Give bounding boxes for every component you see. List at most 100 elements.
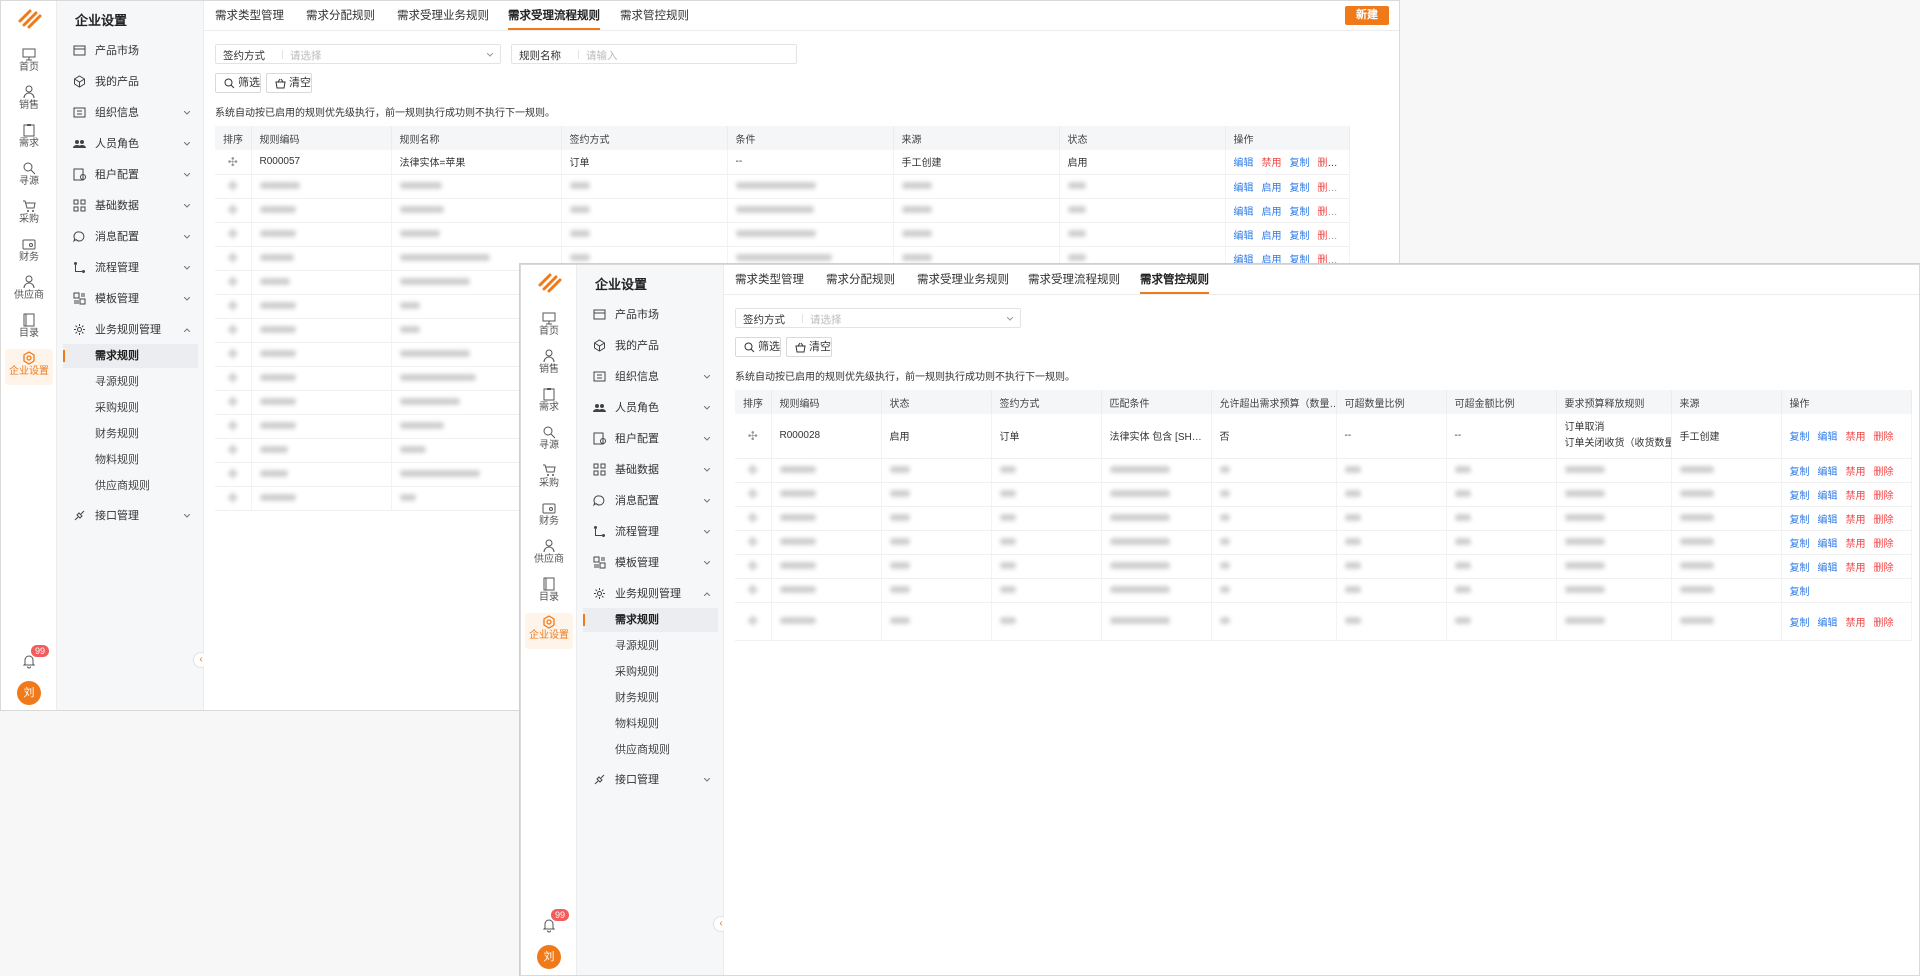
drag-handle-icon[interactable]: ✣ [215,294,252,319]
copy-link[interactable]: 复制 [1290,231,1310,242]
delete-link[interactable]: 删除 [1318,207,1338,218]
disable-link[interactable]: 禁用 [1262,158,1282,169]
enable-link[interactable]: 启用 [1262,207,1282,218]
menu-item-message[interactable]: 消息配置 [583,488,718,514]
submenu-finance-rules[interactable]: 财务规则 [63,422,198,446]
drag-handle-icon[interactable]: ✣ [215,414,252,439]
nav-finance[interactable]: 财务 [525,499,573,535]
copy-link[interactable]: 复制 [1790,563,1810,574]
disable-link[interactable]: 禁用 [1846,432,1866,443]
copy-link[interactable]: 复制 [1290,207,1310,218]
tab-demand-type[interactable]: 需求类型管理 [215,1,284,31]
nav-demand[interactable]: 需求 [525,385,573,421]
nav-enterprise-settings[interactable]: 企业设置 [525,613,573,649]
menu-item-flow[interactable]: 流程管理 [583,519,718,545]
copy-link[interactable]: 复制 [1790,539,1810,550]
nav-home[interactable]: 首页 [5,45,53,81]
menu-item-flow[interactable]: 流程管理 [63,255,198,281]
disable-link[interactable]: 禁用 [1846,467,1866,478]
delete-link[interactable]: 删除 [1874,467,1894,478]
delete-link[interactable]: 删除 [1318,158,1338,169]
delete-link[interactable]: 删除 [1318,183,1338,194]
filter-button[interactable]: 筛选 [215,73,261,93]
menu-item-product-market[interactable]: 产品市场 [583,302,718,328]
copy-link[interactable]: 复制 [1790,467,1810,478]
tab-acceptance-flow[interactable]: 需求受理流程规则 [508,1,600,31]
drag-handle-icon[interactable]: ✣ [215,366,252,391]
new-button[interactable]: 新建 [1345,6,1389,25]
delete-link[interactable]: 删除 [1874,618,1894,629]
nav-source[interactable]: 寻源 [5,159,53,195]
enable-link[interactable]: 启用 [1262,231,1282,242]
drag-handle-icon[interactable]: ✣ [215,342,252,367]
nav-sales[interactable]: 销售 [5,83,53,119]
edit-link[interactable]: 编辑 [1818,491,1838,502]
tab-demand-type[interactable]: 需求类型管理 [735,265,804,295]
drag-handle-icon[interactable]: ✣ [735,458,772,483]
submenu-demand-rules[interactable]: 需求规则 [63,344,198,368]
drag-handle-icon[interactable]: ✣ [215,390,252,415]
disable-link[interactable]: 禁用 [1846,563,1866,574]
submenu-purchase-rules[interactable]: 采购规则 [63,396,198,420]
disable-link[interactable]: 禁用 [1846,515,1866,526]
filter-button[interactable]: 筛选 [735,337,781,357]
submenu-material-rules[interactable]: 物料规则 [63,448,198,472]
drag-handle-icon[interactable]: ✣ [215,462,252,487]
nav-purchase[interactable]: 采购 [525,461,573,497]
copy-link[interactable]: 复制 [1790,432,1810,443]
nav-source[interactable]: 寻源 [525,423,573,459]
nav-purchase[interactable]: 采购 [5,197,53,233]
tab-demand-allocation[interactable]: 需求分配规则 [306,1,375,31]
submenu-source-rules[interactable]: 寻源规则 [63,370,198,394]
drag-handle-icon[interactable]: ✣ [215,318,252,343]
sign-method-select[interactable]: 签约方式 请选择 [735,308,1021,328]
menu-item-tenant[interactable]: 租户配置 [63,162,198,188]
edit-link[interactable]: 编辑 [1818,467,1838,478]
drag-handle-icon[interactable]: ✣ [215,438,252,463]
submenu-demand-rules[interactable]: 需求规则 [583,608,718,632]
nav-demand[interactable]: 需求 [5,121,53,157]
menu-item-roles[interactable]: 人员角色 [63,131,198,157]
submenu-purchase-rules[interactable]: 采购规则 [583,660,718,684]
edit-link[interactable]: 编辑 [1818,618,1838,629]
tab-demand-control[interactable]: 需求管控规则 [1140,265,1209,295]
clear-button[interactable]: 清空 [266,73,312,93]
drag-handle-icon[interactable]: ✣ [735,578,772,603]
menu-item-tenant[interactable]: 租户配置 [583,426,718,452]
avatar[interactable]: 刘 [537,945,561,969]
drag-handle-icon[interactable]: ✣ [215,150,252,175]
edit-link[interactable]: 编辑 [1818,539,1838,550]
avatar[interactable]: 刘 [17,681,41,705]
menu-item-business-rules[interactable]: 业务规则管理 [583,581,718,607]
disable-link[interactable]: 禁用 [1846,539,1866,550]
nav-finance[interactable]: 财务 [5,235,53,271]
copy-link[interactable]: 复制 [1290,158,1310,169]
edit-link[interactable]: 编辑 [1818,563,1838,574]
menu-item-template[interactable]: 模板管理 [583,550,718,576]
nav-catalog[interactable]: 目录 [525,575,573,611]
drag-handle-icon[interactable]: ✣ [215,222,252,247]
tab-demand-allocation[interactable]: 需求分配规则 [826,265,895,295]
tab-acceptance-business[interactable]: 需求受理业务规则 [397,1,489,31]
copy-link[interactable]: 复制 [1790,618,1810,629]
menu-item-product-market[interactable]: 产品市场 [63,38,198,64]
edit-link[interactable]: 编辑 [1234,183,1254,194]
menu-item-org-info[interactable]: 组织信息 [63,100,198,126]
drag-handle-icon[interactable]: ✣ [215,174,252,199]
delete-link[interactable]: 删除 [1318,231,1338,242]
menu-item-base-data[interactable]: 基础数据 [583,457,718,483]
menu-item-base-data[interactable]: 基础数据 [63,193,198,219]
drag-handle-icon[interactable]: ✣ [735,482,772,507]
menu-item-org-info[interactable]: 组织信息 [583,364,718,390]
drag-handle-icon[interactable]: ✣ [215,246,252,271]
submenu-source-rules[interactable]: 寻源规则 [583,634,718,658]
menu-item-my-products[interactable]: 我的产品 [63,69,198,95]
delete-link[interactable]: 删除 [1874,432,1894,443]
menu-item-message[interactable]: 消息配置 [63,224,198,250]
nav-sales[interactable]: 销售 [525,347,573,383]
drag-handle-icon[interactable]: ✣ [735,506,772,531]
copy-link[interactable]: 复制 [1790,491,1810,502]
rule-name-input[interactable]: 规则名称 请输入 [511,44,797,64]
submenu-finance-rules[interactable]: 财务规则 [583,686,718,710]
clear-button[interactable]: 清空 [786,337,832,357]
